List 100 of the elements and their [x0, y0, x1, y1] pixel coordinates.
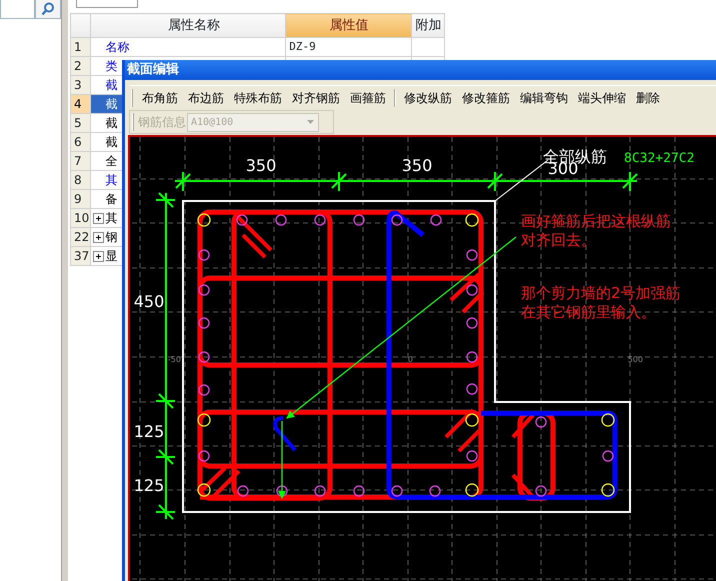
rebar-marker [429, 485, 441, 497]
search-field[interactable] [0, 0, 36, 19]
toolbar-button[interactable]: 修改纵筋 [399, 88, 457, 108]
expand-icon[interactable] [93, 251, 104, 262]
column-header[interactable]: 属性名称 [90, 14, 286, 38]
axis-label: 500 [628, 355, 643, 364]
rebar-marker [236, 214, 248, 226]
toolbar-button[interactable]: 特殊布筋 [229, 88, 287, 108]
property-name[interactable]: 名称 [105, 40, 130, 54]
expand-icon[interactable] [93, 232, 104, 244]
rebar-marker [465, 483, 479, 497]
rebar-marker [466, 317, 478, 329]
row-number: 6 [74, 135, 82, 149]
row-number: 2 [74, 59, 82, 73]
property-name[interactable]: 其 [105, 211, 118, 225]
property-name[interactable]: 全 [105, 154, 118, 168]
row-number: 8 [74, 173, 82, 187]
rebar-marker [391, 214, 403, 226]
rebar-marker [198, 384, 210, 396]
property-name[interactable]: 截 [105, 116, 118, 130]
toolbar-button[interactable]: 端头伸缩 [573, 88, 631, 108]
rebar-marker [198, 317, 210, 329]
rebar-marker [198, 351, 210, 363]
rebar-marker [466, 383, 478, 395]
rebar-marker [466, 249, 478, 261]
column-header[interactable]: 附加 [412, 14, 445, 38]
toolbar-button[interactable]: 布边筋 [183, 88, 229, 108]
row-number: 1 [74, 40, 82, 54]
property-name[interactable]: 类 [105, 59, 118, 73]
row-number: 4 [74, 97, 82, 111]
rebar-marker [466, 450, 478, 462]
hook [273, 416, 297, 452]
rebar-marker [198, 450, 210, 462]
rebar-marker [198, 284, 210, 296]
row-number: 9 [74, 192, 82, 206]
hook [444, 408, 474, 438]
toolbar-button[interactable]: 删除 [631, 88, 665, 108]
rebar-marker [601, 413, 615, 427]
rebar-spec: 8C32+27C2 [624, 151, 694, 166]
property-value: DZ-9 [289, 40, 316, 53]
row-number: 22 [74, 230, 90, 244]
property-name[interactable]: 其 [105, 173, 118, 187]
rebar-marker [465, 213, 479, 227]
rebar-marker [430, 214, 442, 226]
property-name[interactable]: 截 [105, 97, 118, 111]
property-name[interactable]: 截 [105, 78, 118, 92]
dimension-label: 125 [134, 422, 164, 441]
rebar-marker [465, 413, 479, 427]
rebar-marker [275, 214, 287, 226]
dimension-label: 450 [134, 292, 164, 311]
rebar-marker [391, 485, 403, 497]
hook [512, 414, 534, 438]
toolbar-button[interactable]: 编辑弯钩 [515, 88, 573, 108]
hook [450, 272, 480, 302]
axis-label: 0 [408, 355, 413, 364]
axis-label: -50 [168, 355, 181, 364]
dimension-label: 350 [402, 156, 432, 175]
row-number: 37 [74, 249, 90, 263]
row-number: 7 [74, 154, 82, 168]
annotation-text: 画好箍筋后把这根纵筋 对齐回去。 [521, 212, 671, 249]
column-header[interactable]: 属性值 [286, 14, 412, 38]
rebar-marker [353, 485, 365, 497]
rebar-marker [535, 416, 547, 428]
row-number: 3 [74, 78, 82, 92]
toolbar-button[interactable]: 修改箍筋 [457, 88, 515, 108]
toolbar-button[interactable]: 布角筋 [137, 88, 183, 108]
rebar-info-label: 钢筋信息 [138, 114, 186, 131]
rebar-marker [353, 214, 365, 226]
search-icon [41, 2, 56, 16]
property-name[interactable]: 显 [105, 249, 118, 263]
rebar-marker [197, 413, 211, 427]
caret-icon [307, 120, 314, 124]
dimension-label: 350 [246, 156, 276, 175]
rebar-marker [466, 351, 478, 363]
rebar-marker [601, 483, 615, 497]
toolbar-button[interactable]: 对齐钢筋 [287, 88, 345, 108]
rebar-marker [466, 284, 478, 296]
window-title: 截面编辑 [127, 62, 179, 77]
search-button[interactable] [35, 0, 61, 19]
tab[interactable] [76, 0, 138, 8]
rebar-marker [314, 485, 326, 497]
property-name[interactable]: 截 [105, 135, 118, 149]
dimension-label: 125 [134, 476, 164, 495]
property-name[interactable]: 备 [105, 192, 118, 206]
annotation-text: 那个剪力墙的2号加强筋 在其它钢筋里输入。 [521, 284, 681, 321]
toolbar-button[interactable]: 画箍筋 [345, 88, 391, 108]
row-number: 10 [74, 211, 90, 225]
rebar-marker [602, 450, 614, 462]
hook [458, 428, 482, 452]
rebar-marker [535, 485, 547, 497]
rebar-marker [314, 214, 326, 226]
rebar-marker [198, 249, 210, 261]
property-name[interactable]: 钢 [105, 230, 118, 244]
expand-icon[interactable] [93, 213, 104, 224]
rebar-marker [237, 485, 249, 497]
row-number: 5 [74, 116, 82, 130]
hook [462, 290, 484, 314]
rebar-marker [197, 213, 211, 227]
rebar-marker [276, 485, 288, 497]
rebar-marker [197, 483, 211, 497]
